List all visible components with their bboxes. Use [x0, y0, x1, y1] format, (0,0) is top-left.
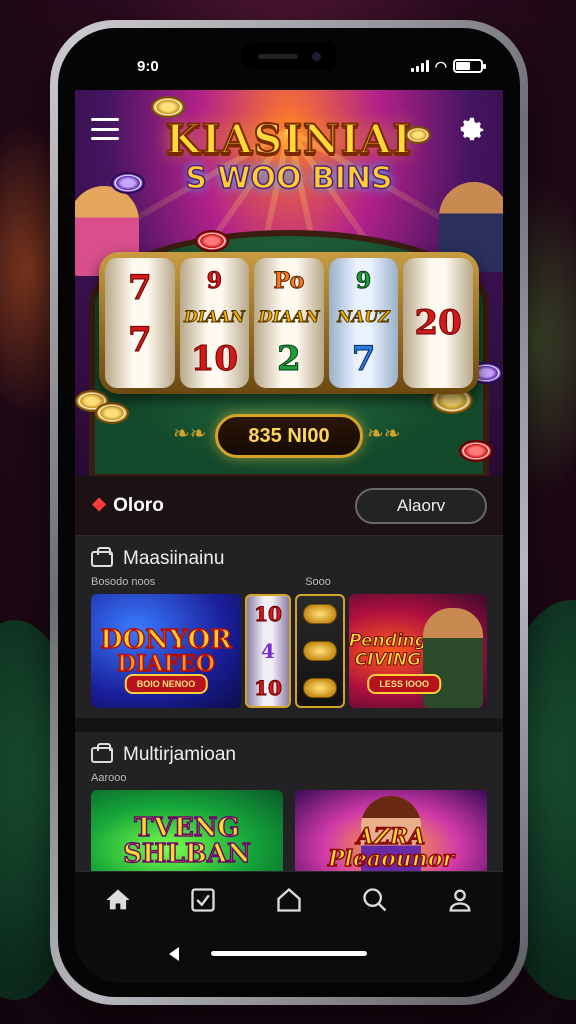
profile-icon: [449, 889, 471, 912]
game-tile-subtitle: SHLBAN: [122, 838, 251, 869]
game-tile-tag: BOIO NENOO: [124, 674, 208, 694]
checkbox-icon: [191, 887, 216, 912]
nav-search[interactable]: [355, 880, 395, 920]
brand: ❖ Oloro: [91, 495, 164, 517]
games-panel-1: Maasiinainu Bosodo noos Sooo DONYOR DIAF…: [75, 536, 503, 718]
home-icon: [106, 889, 130, 909]
reel: 20: [403, 258, 473, 388]
basket-icon: [91, 743, 113, 763]
house-outline-icon: [277, 887, 301, 912]
notch: [241, 42, 337, 70]
panel-title: Maasiinainu: [123, 548, 225, 569]
chip-icon: [195, 230, 229, 252]
signal-icon: [410, 60, 429, 72]
back-icon[interactable]: [169, 947, 179, 961]
game-tile-gold[interactable]: [295, 594, 345, 708]
game-tile-subtitle: CIVING: [354, 650, 422, 670]
laurel-right-icon: ❧❧: [367, 423, 401, 445]
reel: 9 NAUZ 7: [328, 258, 399, 388]
chip-icon: [459, 440, 493, 462]
game-tile-slot[interactable]: 10 4 10: [245, 594, 291, 708]
reel: Po DIAAN 2: [254, 258, 324, 388]
panel-sub-left: Aarooo: [91, 772, 127, 784]
gold-icon: [303, 640, 337, 661]
game-tile-subtitle: Pleaounor: [327, 846, 455, 872]
coin-icon: [95, 402, 129, 424]
nav-tasks[interactable]: [183, 880, 223, 920]
jackpot-counter: 835 NI00: [215, 414, 363, 458]
status-time: 9:0: [137, 57, 159, 75]
game-tile-title: TVENG: [134, 812, 241, 843]
chip-icon: [111, 172, 145, 194]
section-header: ❖ Oloro Alaorv: [75, 476, 503, 536]
hero-banner[interactable]: KIASINIAI S WOO BINS 7 7 9 DIAAN 10 Po D…: [75, 90, 503, 476]
gold-icon: [303, 604, 337, 625]
gold-icon: [303, 677, 337, 698]
panel-title: Multirjamioan: [123, 744, 236, 765]
phone-bezel: 9:0 ◠ KIASINIAI S WOO BINS 7 7 9 DIAAN 1…: [58, 28, 520, 997]
panel-sub-left: Bosodo noos: [91, 576, 156, 588]
wifi-icon: ◠: [434, 57, 447, 74]
coin-icon: [151, 96, 185, 118]
search-icon: [362, 887, 386, 911]
app-screen: KIASINIAI S WOO BINS 7 7 9 DIAAN 10 Po D…: [75, 90, 503, 983]
home-indicator[interactable]: [211, 951, 367, 956]
nav-profile[interactable]: [440, 880, 480, 920]
game-tile-tag: LESS IOOO: [367, 674, 441, 694]
slot-reels: 7 7 9 DIAAN 10 Po DIAAN 2 9 NAUZ 7 20: [99, 252, 479, 394]
phone-frame: 9:0 ◠ KIASINIAI S WOO BINS 7 7 9 DIAAN 1…: [50, 20, 528, 1005]
coin-icon: [405, 126, 431, 144]
brand-label: Oloro: [113, 494, 164, 516]
basket-icon: [91, 547, 113, 567]
reel: 9 DIAAN 10: [179, 258, 250, 388]
nav-lobby[interactable]: [269, 880, 309, 920]
nav-home[interactable]: [98, 880, 138, 920]
system-gesture-bar: [75, 927, 503, 983]
hero-title-line1: KIASINIAI: [165, 115, 413, 164]
game-tile-pending[interactable]: Pending CIVING LESS IOOO: [349, 594, 487, 708]
battery-icon: [453, 59, 486, 73]
game-tile-bonus[interactable]: DONYOR DIAFEO BOIO NENOO: [91, 594, 241, 708]
reel: 7 7: [105, 258, 175, 388]
game-tile-title: Pending: [349, 631, 427, 652]
panel-sub-right: Sooo: [305, 576, 331, 588]
game-tile-title: DONYOR: [99, 625, 232, 655]
game-tile-subtitle: DIAFEO: [116, 651, 215, 677]
laurel-left-icon: ❧❧: [173, 423, 207, 445]
bottom-nav: [75, 871, 503, 927]
brand-icon: ❖: [91, 495, 108, 515]
front-camera-icon: [311, 51, 321, 61]
header-action-button[interactable]: Alaorv: [355, 487, 487, 524]
game-tile-title: AZRA: [356, 824, 426, 850]
